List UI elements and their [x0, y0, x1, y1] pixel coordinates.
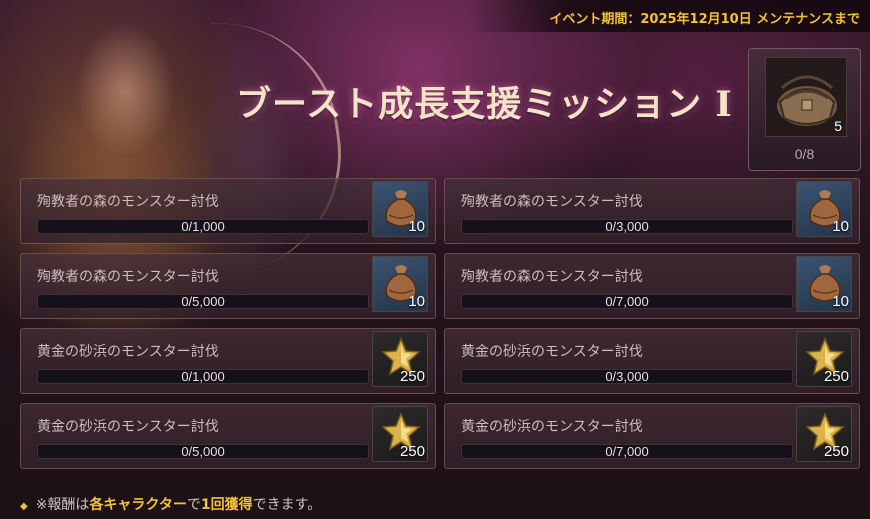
mission-label: 黄金の砂浜のモンスター討伐 [461, 419, 643, 435]
mission-progress-text: 0/3,000 [605, 369, 649, 384]
reward-quantity: 10 [408, 218, 425, 235]
mission-progress-text: 0/7,000 [605, 444, 649, 459]
mission-label: 殉教者の森のモンスター討伐 [37, 269, 219, 285]
mission-reward-slot[interactable]: 10 [372, 181, 428, 237]
mission-label: 黄金の砂浜のモンスター討伐 [37, 344, 219, 360]
reward-quantity: 250 [823, 368, 849, 385]
mission-progress-text: 0/5,000 [181, 444, 225, 459]
mission-progress-bar: 0/7,000 [461, 294, 793, 309]
mission-progress-text: 0/1,000 [181, 369, 225, 384]
page-title: ブースト成長支援ミッション I [236, 84, 733, 125]
footer-highlight-character: 各キャラクター [89, 497, 187, 513]
mission-label: 殉教者の森のモンスター討伐 [461, 194, 643, 210]
mission-card: 黄金の砂浜のモンスター討伐 0/7,000 250 [444, 403, 860, 469]
reward-quantity: 10 [832, 218, 849, 235]
event-period-text: イベント期間：2025年12月10日 メンテナンスまで [549, 12, 860, 27]
reward-quantity: 250 [399, 368, 425, 385]
mission-reward-slot[interactable]: 250 [372, 331, 428, 387]
mission-reward-slot[interactable]: 10 [796, 256, 852, 312]
footer-suffix: できます。 [252, 497, 322, 513]
mission-label: 黄金の砂浜のモンスター討伐 [461, 344, 643, 360]
grand-reward-box[interactable]: 5 0/8 [748, 48, 861, 171]
mission-reward-slot[interactable]: 250 [372, 406, 428, 462]
grand-reward-progress: 0/8 [794, 146, 815, 162]
mission-card: 殉教者の森のモンスター討伐 0/7,000 10 [444, 253, 860, 319]
event-period-bar: イベント期間：2025年12月10日 メンテナンスまで [470, 0, 870, 32]
bullet-icon: ◆ [20, 501, 28, 512]
mission-progress-text: 0/5,000 [181, 294, 225, 309]
mission-progress-bar: 0/5,000 [37, 294, 369, 309]
mission-card: 黄金の砂浜のモンスター討伐 0/5,000 250 [20, 403, 436, 469]
reward-quantity: 10 [408, 293, 425, 310]
mission-reward-slot[interactable]: 10 [372, 256, 428, 312]
mission-progress-text: 0/1,000 [181, 219, 225, 234]
footer-highlight-once: 1回獲得 [200, 497, 253, 513]
mission-progress-bar: 0/3,000 [461, 219, 793, 234]
mission-reward-slot[interactable]: 10 [796, 181, 852, 237]
mission-label: 殉教者の森のモンスター討伐 [37, 194, 219, 210]
leather-bag-icon[interactable]: 5 [765, 57, 847, 137]
grand-reward-quantity: 5 [834, 118, 842, 134]
mission-card: 殉教者の森のモンスター討伐 0/3,000 10 [444, 178, 860, 244]
mission-progress-text: 0/7,000 [605, 294, 649, 309]
mission-card: 黄金の砂浜のモンスター討伐 0/3,000 250 [444, 328, 860, 394]
footer-note: ◆ ※報酬は各キャラクターで1回獲得できます。 [20, 494, 321, 514]
mission-progress-bar: 0/1,000 [37, 219, 369, 234]
mission-card: 殉教者の森のモンスター討伐 0/1,000 10 [20, 178, 436, 244]
mission-progress-bar: 0/3,000 [461, 369, 793, 384]
mission-card: 殉教者の森のモンスター討伐 0/5,000 10 [20, 253, 436, 319]
mission-reward-slot[interactable]: 250 [796, 331, 852, 387]
mission-progress-bar: 0/7,000 [461, 444, 793, 459]
mission-reward-slot[interactable]: 250 [796, 406, 852, 462]
reward-quantity: 10 [832, 293, 849, 310]
reward-quantity: 250 [399, 443, 425, 460]
footer-middle: で [186, 497, 201, 513]
reward-quantity: 250 [823, 443, 849, 460]
footer-prefix: ※報酬は [35, 497, 90, 513]
mission-progress-bar: 0/5,000 [37, 444, 369, 459]
mission-progress-bar: 0/1,000 [37, 369, 369, 384]
mission-card: 黄金の砂浜のモンスター討伐 0/1,000 250 [20, 328, 436, 394]
mission-label: 黄金の砂浜のモンスター討伐 [37, 419, 219, 435]
mission-label: 殉教者の森のモンスター討伐 [461, 269, 643, 285]
mission-progress-text: 0/3,000 [605, 219, 649, 234]
